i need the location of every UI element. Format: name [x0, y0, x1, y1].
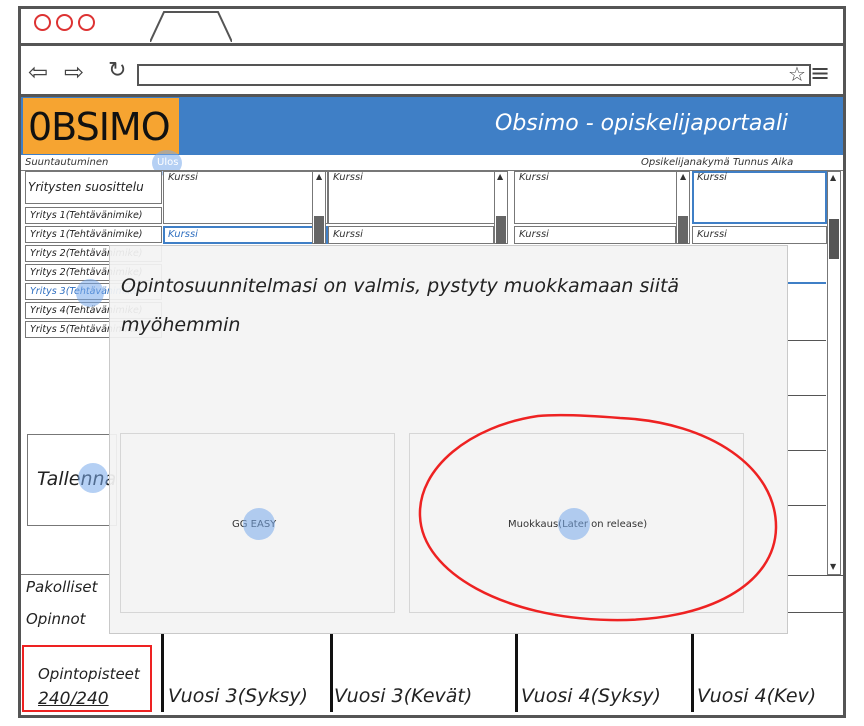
column-divider: [691, 634, 694, 712]
scrollbar-thumb[interactable]: [829, 219, 839, 259]
scroll-up-icon[interactable]: ▲: [497, 172, 503, 181]
course-label[interactable]: Kurssi: [333, 229, 363, 240]
course-label[interactable]: Kurssi: [333, 172, 363, 183]
year-column-header: Vuosi 3(Kevät): [334, 685, 473, 707]
bookmark-star-icon[interactable]: ☆: [788, 62, 806, 86]
course-label[interactable]: Kurssi: [697, 229, 727, 240]
mandatory-label-line2: Opinnot: [26, 610, 86, 628]
year-column-header: Vuosi 4(Syksy): [521, 685, 661, 707]
course-row-divider: [788, 282, 826, 284]
course-row-divider: [788, 575, 843, 576]
column-divider: [161, 634, 164, 712]
save-hotspot: [78, 463, 108, 493]
back-icon[interactable]: ⇦: [28, 58, 48, 86]
logo[interactable]: 0BSIMO: [28, 105, 171, 149]
gg-easy-hotspot: [243, 508, 275, 540]
course-row-divider: [788, 340, 826, 341]
company-item[interactable]: Yritys 1(Tehtävänimike): [25, 226, 162, 243]
scroll-up-icon[interactable]: ▲: [830, 173, 836, 182]
credits-label: Opintopisteet: [38, 665, 140, 683]
mandatory-divider: [21, 574, 109, 575]
year-column-header: Vuosi 3(Syksy): [168, 685, 308, 707]
user-info: Opsikelijanakymä Tunnus Aika: [641, 157, 794, 168]
scrollbar-thumb[interactable]: [496, 216, 506, 244]
column-divider: [515, 634, 518, 712]
recommendations-title: Yritysten suosittelu: [28, 180, 144, 194]
mandatory-label-line1: Pakolliset: [26, 578, 98, 596]
course-label[interactable]: Kurssi: [519, 229, 549, 240]
course-row-divider: [788, 505, 826, 506]
orientation-label[interactable]: Suuntautuminen: [25, 157, 108, 168]
window-close-dot[interactable]: [34, 14, 51, 31]
modal-message: Opintosuunnitelmasi on valmis, pystyty m…: [121, 275, 680, 336]
window-minimize-dot[interactable]: [56, 14, 73, 31]
scroll-up-icon[interactable]: ▲: [680, 172, 686, 181]
browser-menu-icon[interactable]: ≡: [810, 59, 830, 87]
scroll-up-icon[interactable]: ▲: [316, 172, 322, 181]
course-row-divider: [788, 450, 826, 451]
course-label[interactable]: Kurssi: [519, 172, 549, 183]
course-row-divider: [788, 395, 826, 396]
course-row-divider: [788, 612, 843, 613]
address-bar[interactable]: [137, 64, 811, 86]
company-item[interactable]: Yritys 1(Tehtävänimike): [25, 207, 162, 224]
browser-tab[interactable]: [150, 10, 232, 42]
forward-icon[interactable]: ⇨: [64, 58, 84, 86]
course-label[interactable]: Kurssi: [697, 172, 727, 183]
year-column-header: Vuosi 4(Kev): [697, 685, 817, 707]
tab-divider: [18, 43, 846, 46]
scrollbar-thumb[interactable]: [314, 216, 324, 244]
credits-value: 240/240: [38, 689, 109, 709]
reload-icon[interactable]: ↻: [108, 58, 126, 83]
red-highlight-circle: [418, 413, 778, 622]
course-label[interactable]: Kurssi: [168, 172, 198, 183]
scrollbar-thumb[interactable]: [678, 216, 688, 244]
logout-link[interactable]: Ulos: [157, 157, 178, 168]
portal-title: Obsimo - opiskelijaportaali: [495, 111, 789, 136]
scroll-down-icon[interactable]: ▼: [830, 562, 836, 571]
company-hotspot: [76, 279, 104, 307]
window-maximize-dot[interactable]: [78, 14, 95, 31]
course-label[interactable]: Kurssi: [168, 229, 198, 240]
column-divider: [330, 634, 333, 712]
